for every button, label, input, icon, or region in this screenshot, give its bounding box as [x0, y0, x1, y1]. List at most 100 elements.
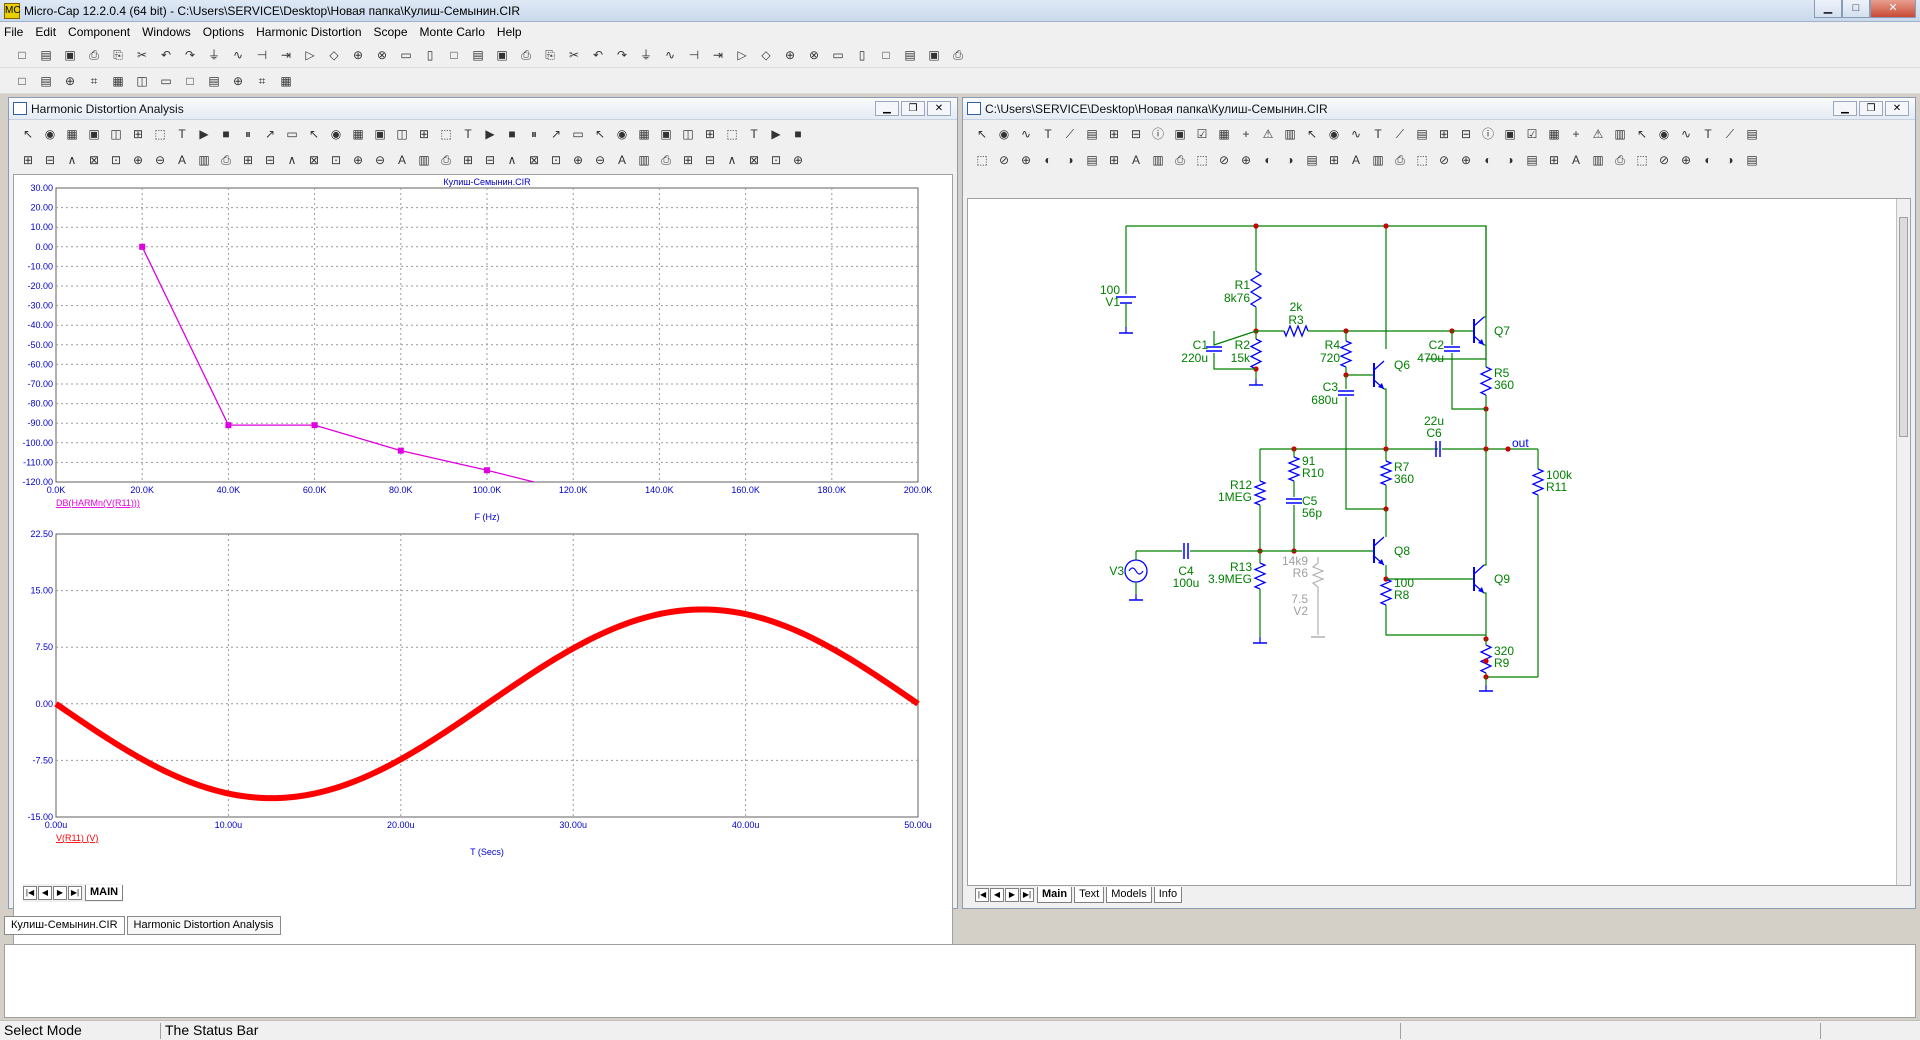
- toolbar-tool-icon[interactable]: □: [878, 47, 894, 63]
- toolbar-tool-icon[interactable]: ▶: [482, 126, 498, 142]
- toolbar-tool-icon[interactable]: ⊠: [746, 152, 762, 168]
- toolbar-tool-icon[interactable]: T: [460, 126, 476, 142]
- hd-restore-button[interactable]: ❐: [901, 101, 925, 116]
- toolbar-tool-icon[interactable]: ⟋: [1392, 126, 1408, 142]
- toolbar-tool-icon[interactable]: ▤: [38, 47, 54, 63]
- tab-main[interactable]: Main: [1037, 887, 1073, 903]
- next-sheet-button[interactable]: ▶: [53, 886, 67, 900]
- toolbar-tool-icon[interactable]: ⊕: [230, 73, 246, 89]
- toolbar-tool-icon[interactable]: ⏸: [240, 126, 256, 142]
- toolbar-tool-icon[interactable]: ⬚: [438, 126, 454, 142]
- toolbar-tool-icon[interactable]: ↖: [1304, 126, 1320, 142]
- toolbar-tool-icon[interactable]: ▥: [1282, 126, 1298, 142]
- toolbar-tool-icon[interactable]: ⊟: [702, 152, 718, 168]
- toolbar-tool-icon[interactable]: ▭: [398, 47, 414, 63]
- toolbar-tool-icon[interactable]: ◉: [1656, 126, 1672, 142]
- schematic-canvas[interactable]: 100 V1 R1 8k76 R2 15k C1 220u 2k R3 R4 720 Q6 C3 680u Q…: [967, 198, 1911, 886]
- toolbar-tool-icon[interactable]: ▯: [422, 47, 438, 63]
- toolbar-tool-icon[interactable]: ⊖: [592, 152, 608, 168]
- toolbar-tool-icon[interactable]: ◉: [328, 126, 344, 142]
- toolbar-tool-icon[interactable]: ◐: [1700, 152, 1716, 168]
- toolbar-tool-icon[interactable]: ⊠: [86, 152, 102, 168]
- prev-sheet-button[interactable]: ◀: [38, 886, 52, 900]
- toolbar-tool-icon[interactable]: ⬚: [1634, 152, 1650, 168]
- toolbar-tool-icon[interactable]: ⎙: [1392, 152, 1408, 168]
- toolbar-tool-icon[interactable]: ∿: [662, 47, 678, 63]
- toolbar-tool-icon[interactable]: ▥: [1150, 152, 1166, 168]
- toolbar-tool-icon[interactable]: ▣: [926, 47, 942, 63]
- toolbar-tool-icon[interactable]: ▦: [278, 73, 294, 89]
- toolbar-tool-icon[interactable]: ▥: [196, 152, 212, 168]
- toolbar-tool-icon[interactable]: ☑: [1524, 126, 1540, 142]
- toolbar-tool-icon[interactable]: ▤: [1744, 126, 1760, 142]
- toolbar-tool-icon[interactable]: ◫: [134, 73, 150, 89]
- toolbar-tool-icon[interactable]: ◫: [680, 126, 696, 142]
- toolbar-tool-icon[interactable]: ⌗: [254, 73, 270, 89]
- toolbar-tool-icon[interactable]: ⎙: [86, 47, 102, 63]
- toolbar-tool-icon[interactable]: ⬚: [152, 126, 168, 142]
- toolbar-tool-icon[interactable]: ▭: [158, 73, 174, 89]
- toolbar-tool-icon[interactable]: ∿: [1678, 126, 1694, 142]
- toolbar-tool-icon[interactable]: ⎘: [110, 47, 126, 63]
- toolbar-tool-icon[interactable]: ▭: [570, 126, 586, 142]
- toolbar-tool-icon[interactable]: ▯: [854, 47, 870, 63]
- toolbar-tool-icon[interactable]: ✂: [566, 47, 582, 63]
- first-sheet-button[interactable]: |◀: [975, 888, 989, 902]
- toolbar-tool-icon[interactable]: ◇: [326, 47, 342, 63]
- toolbar-tool-icon[interactable]: ⊞: [680, 152, 696, 168]
- toolbar-tool-icon[interactable]: ▷: [734, 47, 750, 63]
- toolbar-tool-icon[interactable]: ⊟: [1458, 126, 1474, 142]
- toolbar-tool-icon[interactable]: T: [1370, 126, 1386, 142]
- toolbar-tool-icon[interactable]: ▦: [1216, 126, 1232, 142]
- toolbar-tool-icon[interactable]: A: [1348, 152, 1364, 168]
- toolbar-tool-icon[interactable]: ⊗: [806, 47, 822, 63]
- toolbar-tool-icon[interactable]: ▦: [636, 126, 652, 142]
- toolbar-tool-icon[interactable]: ◐: [1040, 152, 1056, 168]
- toolbar-tool-icon[interactable]: ⬚: [1414, 152, 1430, 168]
- toolbar-tool-icon[interactable]: ⌗: [86, 73, 102, 89]
- menu-help[interactable]: Help: [497, 25, 522, 39]
- scrollbar-thumb[interactable]: [1899, 217, 1908, 437]
- toolbar-tool-icon[interactable]: ⊕: [1238, 152, 1254, 168]
- toolbar-tool-icon[interactable]: ⏸: [526, 126, 542, 142]
- toolbar-tool-icon[interactable]: ⊗: [374, 47, 390, 63]
- toolbar-tool-icon[interactable]: ↗: [262, 126, 278, 142]
- toolbar-tool-icon[interactable]: ⎙: [218, 152, 234, 168]
- toolbar-tool-icon[interactable]: ⎙: [950, 47, 966, 63]
- toolbar-tool-icon[interactable]: ⊟: [262, 152, 278, 168]
- toolbar-tool-icon[interactable]: ⊕: [1678, 152, 1694, 168]
- close-button[interactable]: ✕: [1870, 0, 1916, 18]
- toolbar-tool-icon[interactable]: T: [746, 126, 762, 142]
- toolbar-tool-icon[interactable]: ⊕: [1018, 152, 1034, 168]
- toolbar-tool-icon[interactable]: ⊕: [350, 47, 366, 63]
- toolbar-tool-icon[interactable]: ▦: [1546, 126, 1562, 142]
- menu-scope[interactable]: Scope: [374, 25, 408, 39]
- toolbar-tool-icon[interactable]: A: [1568, 152, 1584, 168]
- toolbar-tool-icon[interactable]: ▤: [1524, 152, 1540, 168]
- hd-minimize-button[interactable]: ▁: [875, 101, 899, 116]
- toolbar-tool-icon[interactable]: ⊞: [1106, 152, 1122, 168]
- toolbar-tool-icon[interactable]: +: [1568, 126, 1584, 142]
- toolbar-tool-icon[interactable]: ▤: [902, 47, 918, 63]
- toolbar-tool-icon[interactable]: ↷: [614, 47, 630, 63]
- toolbar-tool-icon[interactable]: ⬚: [974, 152, 990, 168]
- toolbar-tool-icon[interactable]: ⬚: [724, 126, 740, 142]
- toolbar-tool-icon[interactable]: ▥: [636, 152, 652, 168]
- maximize-button[interactable]: □: [1842, 0, 1870, 18]
- toolbar-tool-icon[interactable]: ⊠: [526, 152, 542, 168]
- toolbar-tool-icon[interactable]: ⊡: [328, 152, 344, 168]
- toolbar-tool-icon[interactable]: □: [14, 73, 30, 89]
- toolbar-tool-icon[interactable]: ⊖: [152, 152, 168, 168]
- toolbar-tool-icon[interactable]: ↶: [590, 47, 606, 63]
- toolbar-tool-icon[interactable]: ⊞: [1546, 152, 1562, 168]
- toolbar-tool-icon[interactable]: ⟋: [1062, 126, 1078, 142]
- toolbar-tool-icon[interactable]: ⊠: [306, 152, 322, 168]
- toolbar-tool-icon[interactable]: ⊕: [782, 47, 798, 63]
- toolbar-tool-icon[interactable]: ⏚: [206, 47, 222, 63]
- menu-edit[interactable]: Edit: [35, 25, 56, 39]
- toolbar-tool-icon[interactable]: ⎘: [542, 47, 558, 63]
- toolbar-tool-icon[interactable]: ⚠: [1260, 126, 1276, 142]
- toolbar-tool-icon[interactable]: ∿: [230, 47, 246, 63]
- toolbar-tool-icon[interactable]: ◑: [1062, 152, 1078, 168]
- toolbar-tool-icon[interactable]: ↶: [158, 47, 174, 63]
